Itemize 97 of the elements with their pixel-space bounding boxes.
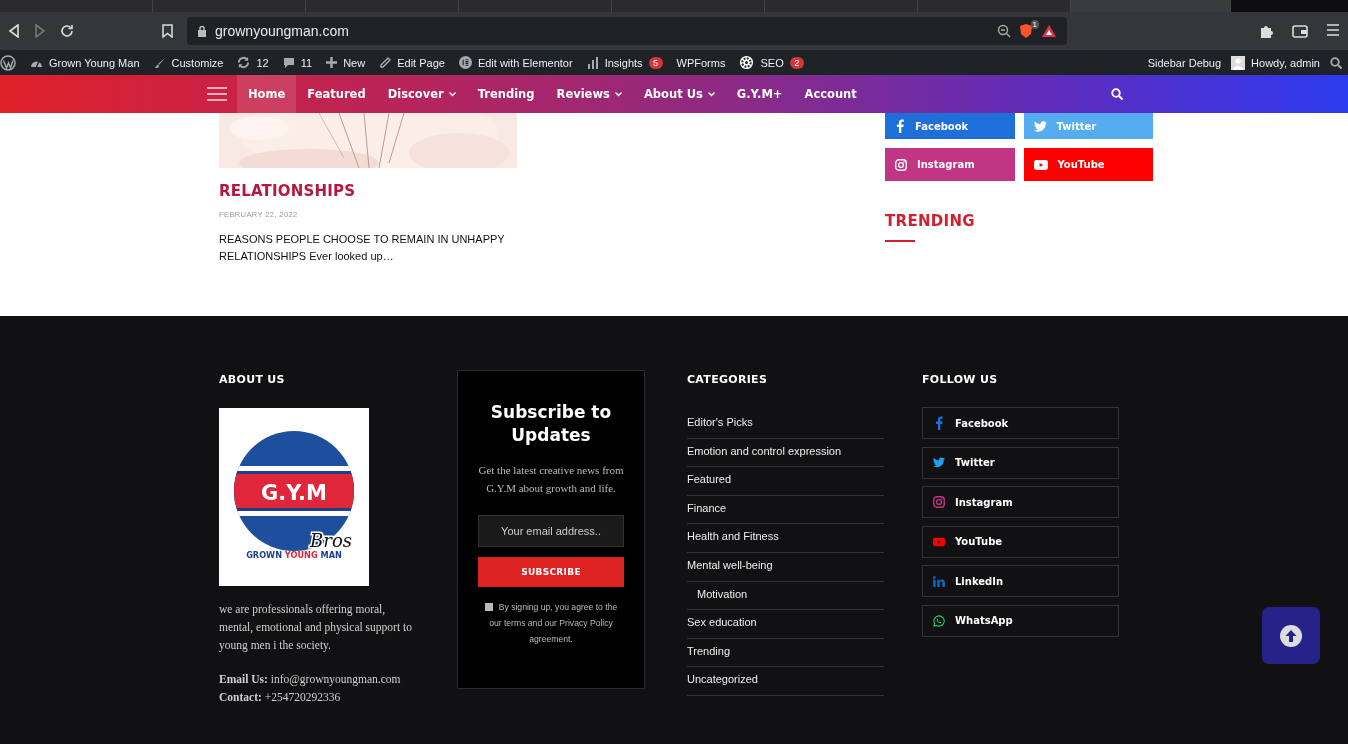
facebook-icon	[895, 119, 905, 133]
facebook-icon	[934, 416, 944, 430]
nav-link[interactable]: Discover	[376, 75, 467, 113]
social-button[interactable]: YouTube	[1023, 148, 1153, 181]
contact-text: Contact: +254720292336	[219, 690, 342, 705]
subscribe-text: Get the latest creative news from G.Y.M about growth and life.	[478, 463, 624, 496]
admin-bar-item[interactable]: SEO 2	[739, 55, 804, 70]
twitter-icon	[1033, 120, 1047, 132]
admin-bar-item[interactable]: Customize	[153, 56, 224, 69]
admin-bar-item[interactable]: Edit Page	[379, 56, 445, 69]
zoom-icon[interactable]	[997, 24, 1011, 38]
social-link[interactable]: YouTube	[922, 525, 1119, 558]
forward-icon[interactable]	[34, 24, 46, 38]
subscribe-button[interactable]: SUBSCRIBE	[478, 557, 624, 587]
nav-link[interactable]: Account	[793, 75, 868, 113]
social-link[interactable]: WhatsApp	[922, 604, 1119, 637]
footer-heading: ABOUT US	[219, 373, 285, 386]
admin-bar-item[interactable]: Edit with Elementor	[458, 56, 573, 69]
footer-heading: FOLLOW US	[922, 373, 998, 386]
chevron-icon	[707, 91, 715, 97]
social-link[interactable]: Twitter	[922, 446, 1119, 479]
category-link[interactable]: Uncategorized	[687, 673, 758, 686]
reload-icon[interactable]	[60, 24, 74, 38]
nav-link[interactable]: About Us	[632, 75, 726, 113]
refresh-icon	[237, 56, 251, 69]
instagram-icon	[933, 496, 945, 508]
arrow-up-icon[interactable]	[1280, 624, 1302, 647]
comment-icon	[282, 56, 295, 69]
post-excerpt: REASONS PEOPLE CHOOSE TO REMAIN IN UNHAPPY RELATIONSHIPS Ever looked up…	[219, 232, 506, 264]
search-icon[interactable]	[1111, 88, 1123, 100]
admin-bar-item[interactable]: 12	[237, 56, 269, 69]
logo-name: GROWN YOUNG MAN	[246, 550, 342, 560]
youtube-icon	[933, 536, 945, 547]
social-link[interactable]: Facebook	[922, 407, 1119, 439]
admin-bar-item[interactable]: New	[326, 56, 366, 69]
back-icon[interactable]	[8, 24, 20, 38]
logo-initials: G.Y.M	[261, 481, 327, 505]
linkedin-icon	[933, 575, 945, 587]
about-text: we are professionals offering moral, mental, emotional and physical support to young men i the society.	[219, 602, 413, 654]
shield-icon[interactable]	[1019, 23, 1033, 39]
bar-chart-icon	[586, 56, 599, 69]
consent-text: By signing up, you agree to the our terms and our Privacy Policy agreement.	[478, 599, 624, 647]
avatar-icon	[1231, 55, 1246, 70]
instagram-icon	[895, 158, 907, 171]
admin-bar-item[interactable]: WPForms	[676, 56, 726, 69]
triangle-icon[interactable]	[1041, 24, 1057, 38]
twitter-icon	[933, 457, 945, 468]
category-link[interactable]: Mental well-being	[687, 558, 773, 571]
count-badge: 2	[789, 56, 804, 69]
bookmark-icon[interactable]	[162, 24, 173, 38]
address-bar[interactable]: grownyoungman.com 1	[187, 17, 1067, 45]
puzzle-icon[interactable]	[1259, 23, 1274, 39]
category-link[interactable]: Featured	[687, 473, 732, 486]
search-icon[interactable]	[1330, 56, 1342, 69]
plus-icon	[326, 57, 338, 68]
nav-link[interactable]: G.Y.M+	[725, 75, 794, 113]
whatsapp-icon	[933, 614, 945, 627]
category-link[interactable]: Finance	[687, 501, 727, 514]
nav-link[interactable]: Trending	[466, 75, 546, 113]
footer-heading: CATEGORIES	[687, 373, 768, 386]
admin-bar-item[interactable]: 11	[282, 56, 313, 69]
email-text: Email Us: info@grownyoungman.com	[219, 672, 402, 688]
lock-icon	[197, 25, 207, 37]
menu-icon[interactable]	[1326, 23, 1340, 36]
chevron-icon	[448, 91, 456, 97]
brush-icon	[153, 56, 166, 69]
youtube-icon	[1033, 159, 1048, 170]
subscribe-title: Subscribe to Updates	[489, 401, 613, 447]
category-link[interactable]: Emotion and control expression	[687, 444, 842, 457]
checkbox[interactable]	[484, 603, 493, 611]
wallet-icon[interactable]	[1292, 23, 1308, 38]
post-category[interactable]: RELATIONSHIPS	[219, 182, 356, 200]
elementor-icon	[458, 56, 472, 69]
social-button[interactable]: Instagram	[885, 148, 1015, 181]
pencil-icon	[379, 56, 392, 69]
gear-icon	[739, 55, 755, 70]
chevron-icon	[614, 91, 622, 97]
section-heading: TRENDING	[885, 212, 975, 230]
admin-bar-item[interactable]: Grown Young Man	[30, 56, 140, 69]
category-link[interactable]: Health and Fitness	[687, 530, 779, 543]
admin-bar-item[interactable]: Howdy, admin	[1231, 55, 1320, 70]
nav-link[interactable]: Home	[237, 75, 297, 113]
nav-link[interactable]: Reviews	[545, 75, 633, 113]
social-link[interactable]: LinkedIn	[922, 565, 1119, 597]
wordpress-icon[interactable]	[0, 54, 16, 71]
admin-bar-item[interactable]: Insights 5	[586, 56, 663, 69]
email-field[interactable]: Your email address..	[478, 515, 624, 547]
category-link[interactable]: Editor's Picks	[687, 416, 753, 428]
category-link[interactable]: Sex education	[687, 616, 757, 629]
admin-bar-item[interactable]: Sidebar Debug	[1147, 56, 1222, 69]
social-link[interactable]: Instagram	[922, 486, 1119, 518]
category-link[interactable]: Trending	[687, 644, 730, 657]
social-button[interactable]: Facebook	[885, 113, 1015, 139]
shield-badge: 1	[1030, 20, 1039, 29]
nav-link[interactable]: Featured	[296, 75, 377, 113]
category-link[interactable]: Motivation	[697, 587, 748, 600]
count-badge: 5	[648, 56, 663, 69]
